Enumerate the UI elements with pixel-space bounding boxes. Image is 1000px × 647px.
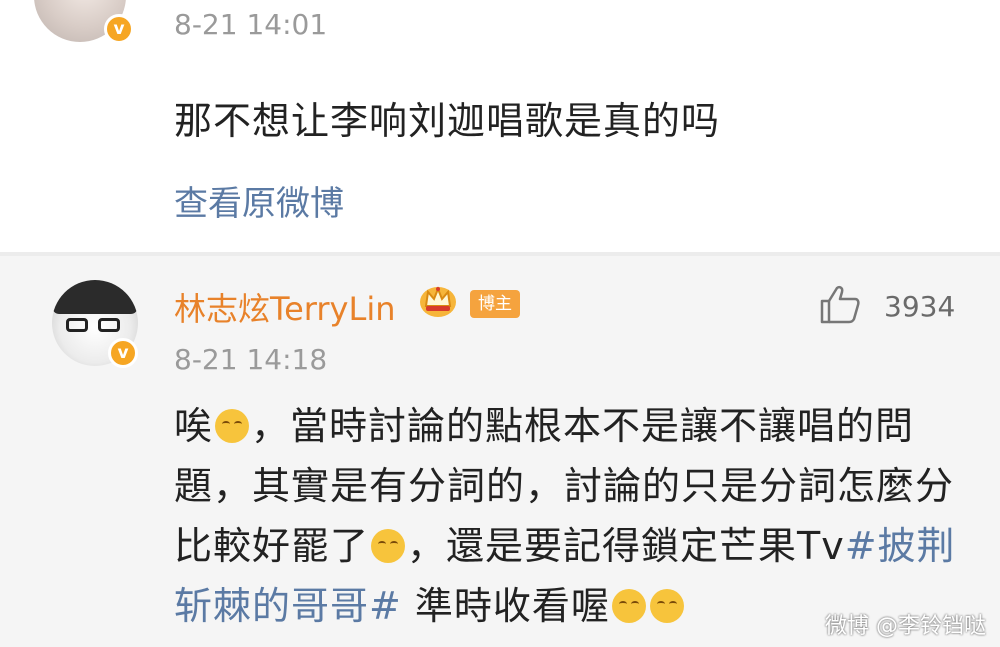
like-count: 3934 [884,290,956,323]
crown-icon [420,286,456,317]
avatar-glasses [98,318,120,332]
comment-text-part: ，還是要記得鎖定芒果Tv [407,524,845,568]
shy-emoji-icon [649,589,684,623]
avatar-hair [52,280,138,314]
avatar-glasses [66,318,88,332]
comment-text: 那不想让李响刘迦唱歌是真的吗 [174,99,721,143]
comment-text-part: 準時收看喔 [401,584,610,628]
verified-badge-icon: v [104,14,134,44]
comment-timestamp: 8-21 14:18 [174,343,328,376]
comment-timestamp: 8-21 14:01 [174,8,328,41]
comment-text: 唉，當時討論的點根本不是讓不讓唱的問題，其實是有分詞的，討論的只是分詞怎麼分比較… [174,396,964,636]
author-badge: 博主 [470,290,520,318]
smile-emoji-icon [611,589,646,623]
comment-author-name[interactable]: 林志炫TerryLin [174,284,396,330]
comment-text-part: 唉 [174,404,214,448]
view-original-post-link[interactable]: 查看原微博 [174,176,344,225]
smile-emoji-icon [371,529,406,563]
sweat-emoji-icon [215,409,250,443]
watermark: 微博 @李铃铛哒 [825,614,986,639]
like-icon[interactable] [818,282,862,326]
verified-badge-icon: v [108,338,138,368]
comment-card-1: v 8-21 14:01 那不想让李响刘迦唱歌是真的吗 查看原微博 [0,0,1000,252]
